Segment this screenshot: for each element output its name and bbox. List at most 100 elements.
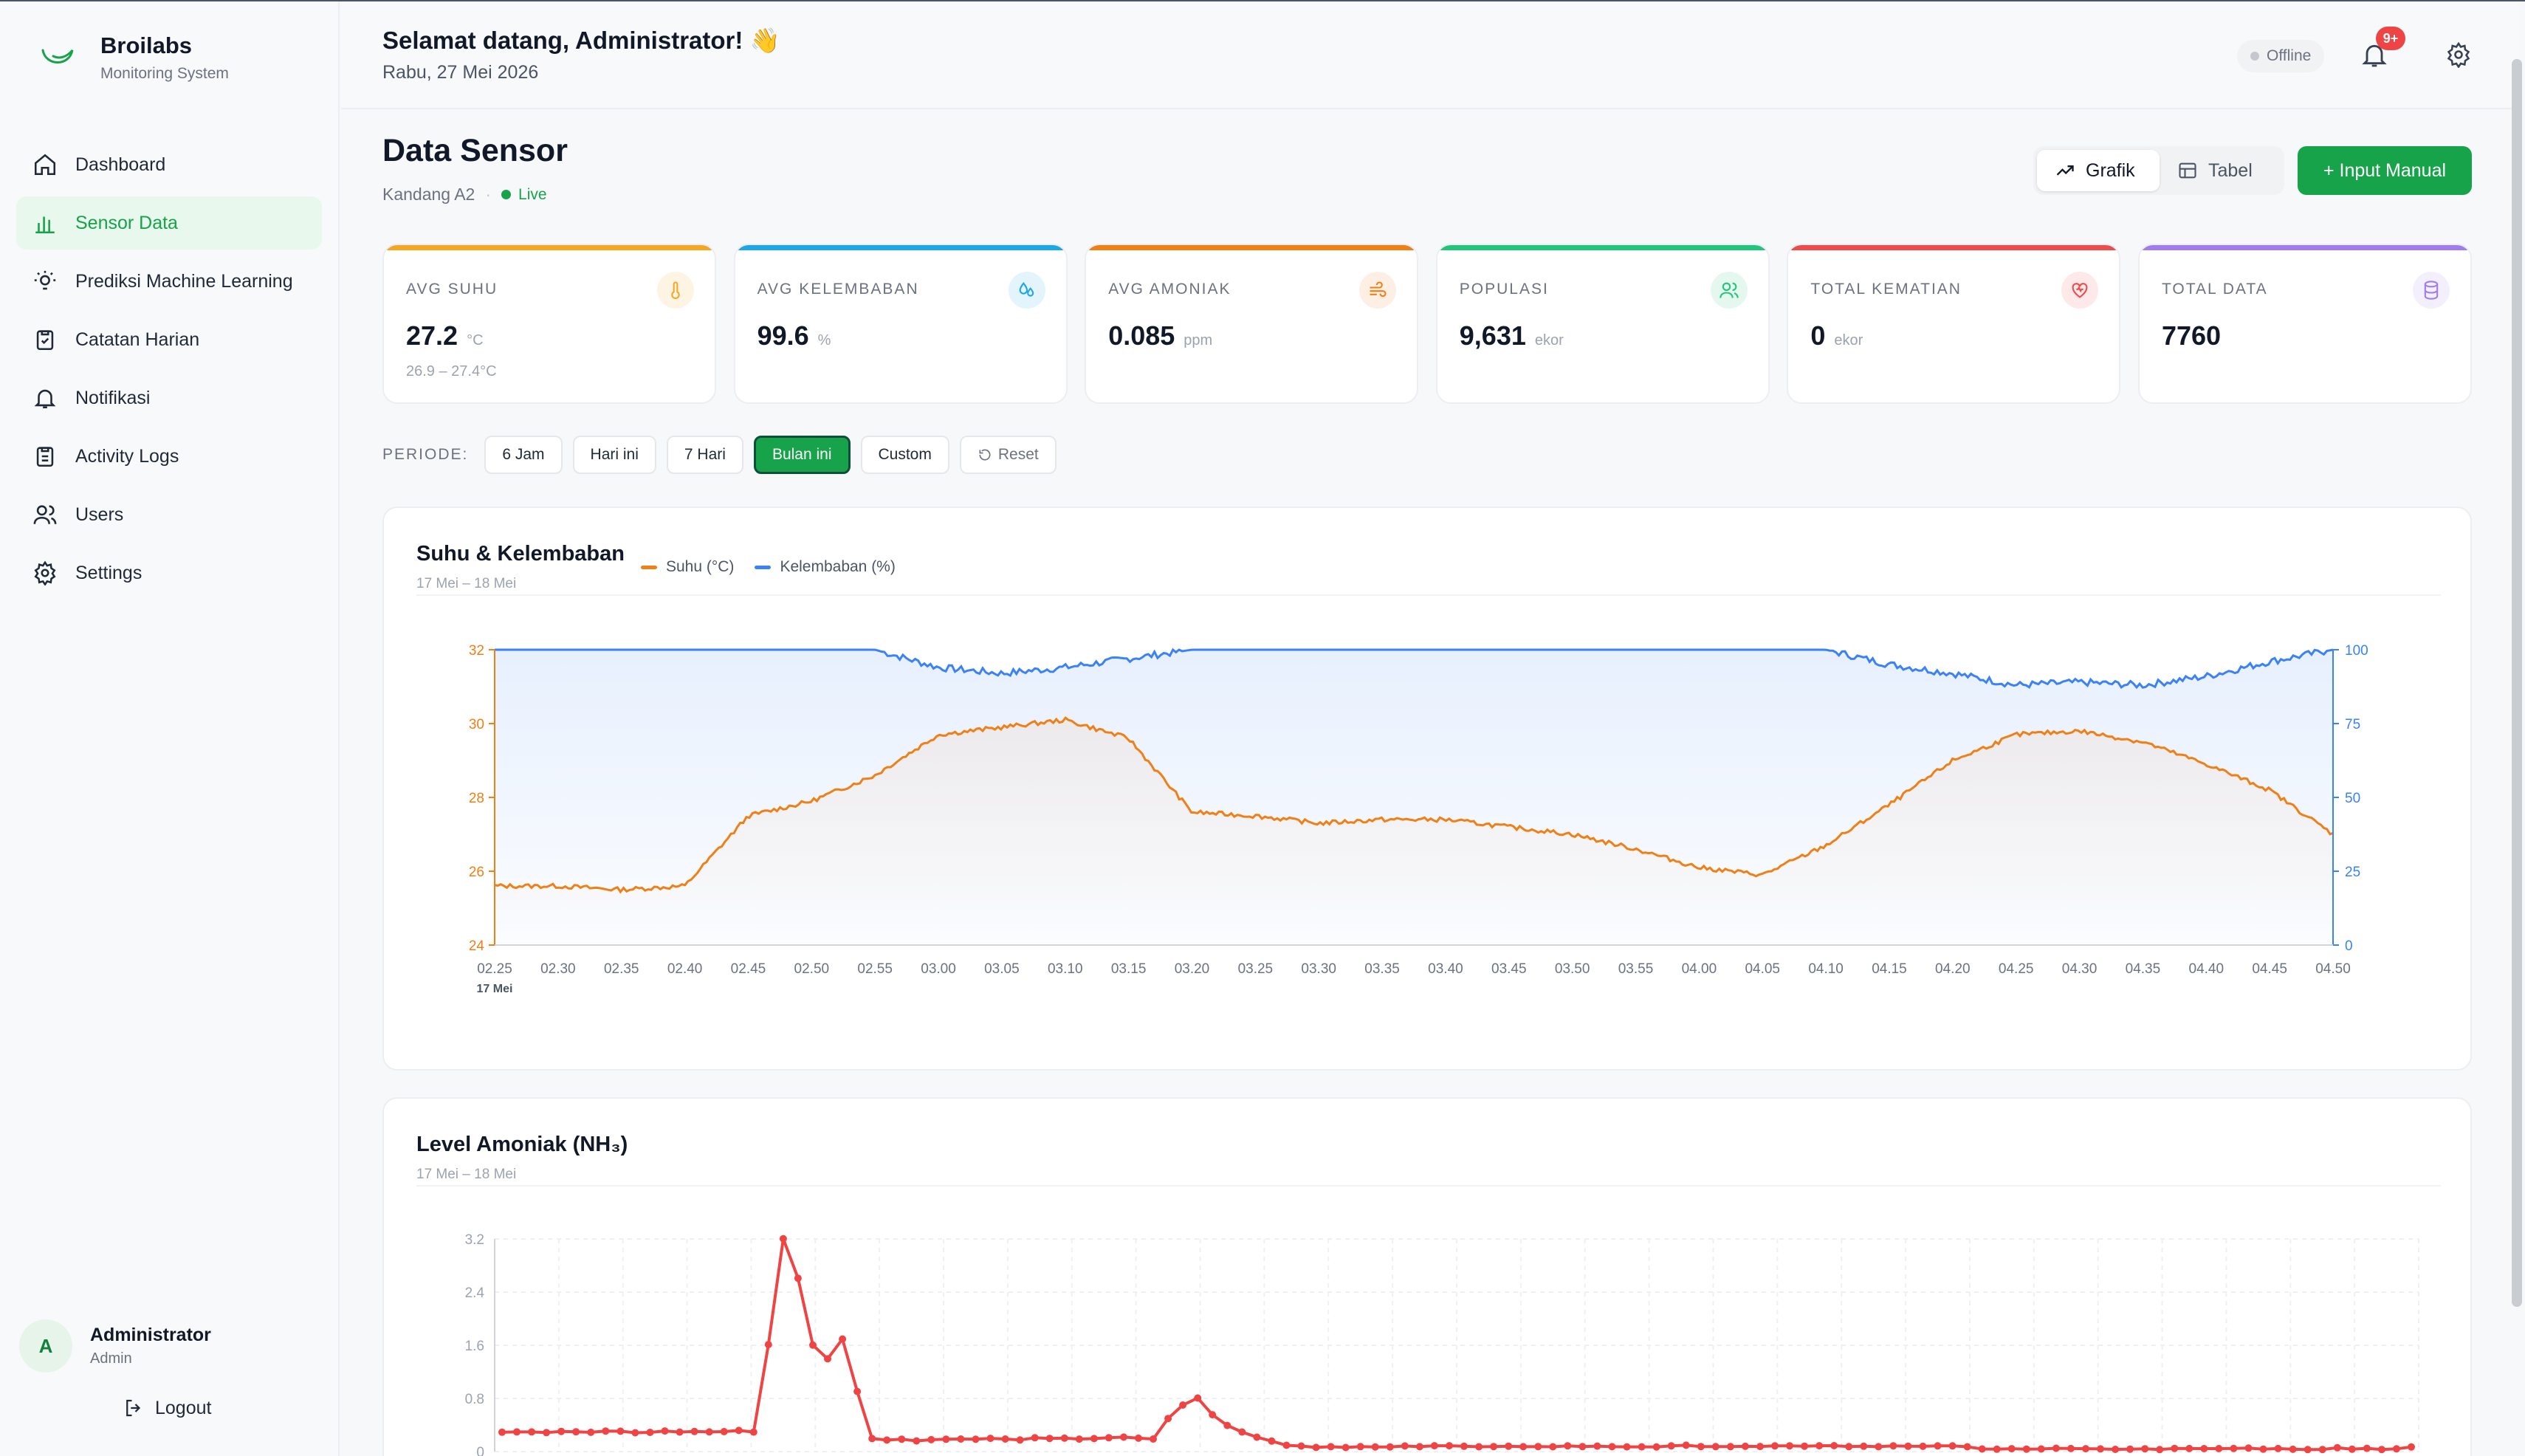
current-date: Rabu, 27 Mei 2026 <box>382 62 539 83</box>
stat-label: TOTAL KEMATIAN <box>1810 281 1962 298</box>
ammonia-data-point <box>1312 1443 1320 1452</box>
ammonia-data-point <box>1386 1443 1394 1451</box>
ammonia-data-point <box>1209 1411 1217 1419</box>
ammonia-data-point <box>2230 1444 2238 1452</box>
ammonia-chart[interactable]: 0 0.8 1.6 2.4 3.2 <box>384 1099 2473 1456</box>
heart-icon <box>2061 272 2099 309</box>
sidebar-item-sensor-data[interactable]: Sensor Data <box>16 196 322 250</box>
period-option-custom[interactable]: Custom <box>860 436 949 474</box>
period-label: PERIODE: <box>382 446 469 463</box>
stat-unit: ppm <box>1184 332 1213 348</box>
page-scrollbar[interactable] <box>2512 59 2522 1307</box>
gear-icon <box>34 560 56 586</box>
ammonia-data-point <box>543 1429 551 1437</box>
logout-button[interactable]: Logout <box>123 1397 211 1419</box>
ammonia-data-point <box>1786 1442 1793 1450</box>
sidebar-item-label: Sensor Data <box>75 212 178 233</box>
y-tick-label: 0.8 <box>465 1392 484 1407</box>
sidebar-item-prediksi[interactable]: Prediksi Machine Learning <box>16 255 322 308</box>
x-tick-label: 03.05 <box>984 961 1020 977</box>
ammonia-data-point <box>1223 1421 1231 1429</box>
sidebar-item-users[interactable]: Users <box>16 488 322 541</box>
ammonia-data-point <box>2022 1445 2030 1453</box>
period-option-hari-ini[interactable]: Hari ini <box>572 436 656 474</box>
stat-card-populasi: POPULASI 9,631 ekor <box>1435 244 1770 404</box>
ammonia-data-point <box>2289 1445 2297 1453</box>
greeting: Selamat datang, Administrator! 👋 <box>382 27 780 54</box>
y-tick-label: 0 <box>476 1445 484 1456</box>
ammonia-data-point <box>794 1274 802 1282</box>
sidebar-item-activity-logs[interactable]: Activity Logs <box>16 430 322 483</box>
ammonia-data-point <box>1963 1443 1971 1451</box>
ammonia-data-point <box>631 1429 639 1437</box>
ammonia-data-point <box>1519 1443 1528 1451</box>
view-table-button[interactable]: Tabel <box>2160 150 2270 191</box>
sidebar-item-settings[interactable]: Settings <box>16 546 322 600</box>
ammonia-data-point <box>779 1234 787 1243</box>
x-tick-label: 03.45 <box>1491 961 1527 977</box>
period-reset-button[interactable]: Reset <box>959 436 1057 474</box>
user-profile[interactable]: A Administrator Admin <box>19 1319 211 1373</box>
ammonia-data-point <box>749 1428 758 1436</box>
period-option-7-hari[interactable]: 7 Hari <box>666 436 743 474</box>
ammonia-data-point <box>1282 1441 1291 1449</box>
sidebar-item-notifikasi[interactable]: Notifikasi <box>16 371 322 425</box>
ammonia-data-point <box>1401 1442 1409 1450</box>
ammonia-data-point <box>1904 1442 1912 1450</box>
x-tick-label: 04.45 <box>2252 961 2287 977</box>
ammonia-data-point <box>1090 1435 1098 1443</box>
ammonia-data-point <box>1460 1442 1468 1450</box>
y-right-tick-label: 50 <box>2345 791 2360 806</box>
ammonia-data-point <box>1031 1434 1039 1442</box>
brand[interactable]: Broilabs Monitoring System <box>37 32 229 83</box>
ammonia-data-point <box>1060 1434 1068 1442</box>
stat-unit: ekor <box>1534 332 1564 348</box>
x-tick-label: 04.05 <box>1745 961 1780 977</box>
stat-unit: °C <box>467 332 484 348</box>
x-tick-label: 02.50 <box>794 961 830 977</box>
stat-card-avg-suhu: AVG SUHU 27.2 °C 26.9 – 27.4°C <box>382 244 716 404</box>
ammonia-data-point <box>1194 1394 1202 1402</box>
ammonia-data-point <box>1075 1435 1083 1443</box>
ammonia-data-point <box>1948 1442 1957 1450</box>
period-option-6-jam[interactable]: 6 Jam <box>484 436 563 474</box>
ammonia-data-point <box>498 1428 506 1436</box>
status-text: Offline <box>2267 47 2312 64</box>
y-right-tick-label: 100 <box>2345 643 2368 659</box>
ammonia-data-point <box>1415 1443 1423 1451</box>
ammonia-data-point <box>2126 1445 2134 1453</box>
ammonia-data-point <box>1875 1443 1883 1451</box>
ammonia-data-point <box>2259 1445 2267 1453</box>
sidebar-item-dashboard[interactable]: Dashboard <box>16 138 322 191</box>
ammonia-data-point <box>1934 1442 1942 1450</box>
x-tick-label: 02.55 <box>857 961 893 977</box>
input-manual-button[interactable]: + Input Manual <box>2298 146 2472 195</box>
ammonia-data-point <box>513 1428 521 1436</box>
sidebar-item-label: Prediksi Machine Learning <box>75 270 293 292</box>
stat-value-row: 7760 <box>2162 320 2230 351</box>
view-chart-button[interactable]: Grafik <box>2037 150 2160 191</box>
ammonia-data-point <box>2304 1446 2312 1454</box>
ammonia-data-point <box>898 1435 906 1443</box>
ammonia-data-point <box>676 1428 684 1436</box>
x-tick-label: 04.10 <box>1808 961 1844 977</box>
stat-card-total-kematian: TOTAL KEMATIAN 0 ekor <box>1787 244 2121 404</box>
ammonia-data-point <box>557 1427 566 1435</box>
stat-value-row: 9,631 ekor <box>1460 320 1564 351</box>
temp-humidity-chart[interactable]: 24 26 28 30 32 0 25 50 75 100 02.25 02.30 02.35 02.40… <box>384 508 2473 1072</box>
ammonia-data-point <box>1564 1442 1572 1450</box>
sidebar-item-catatan[interactable]: Catatan Harian <box>16 313 322 366</box>
ammonia-data-point <box>1327 1443 1335 1451</box>
stat-value-row: 0.085 ppm <box>1108 320 1212 351</box>
x-tick-label: 04.00 <box>1682 961 1717 977</box>
view-chart-label: Grafik <box>2086 159 2135 181</box>
ammonia-data-point <box>913 1437 921 1445</box>
period-option-bulan-ini[interactable]: Bulan ini <box>753 436 851 474</box>
ammonia-data-point <box>942 1435 950 1443</box>
ammonia-data-point <box>1623 1443 1631 1451</box>
ammonia-data-point <box>528 1428 536 1436</box>
ammonia-data-point <box>1253 1433 1261 1441</box>
card-accent-bar <box>384 245 715 250</box>
stat-unit: ekor <box>1834 332 1863 348</box>
settings-gear-icon[interactable] <box>2445 41 2472 68</box>
